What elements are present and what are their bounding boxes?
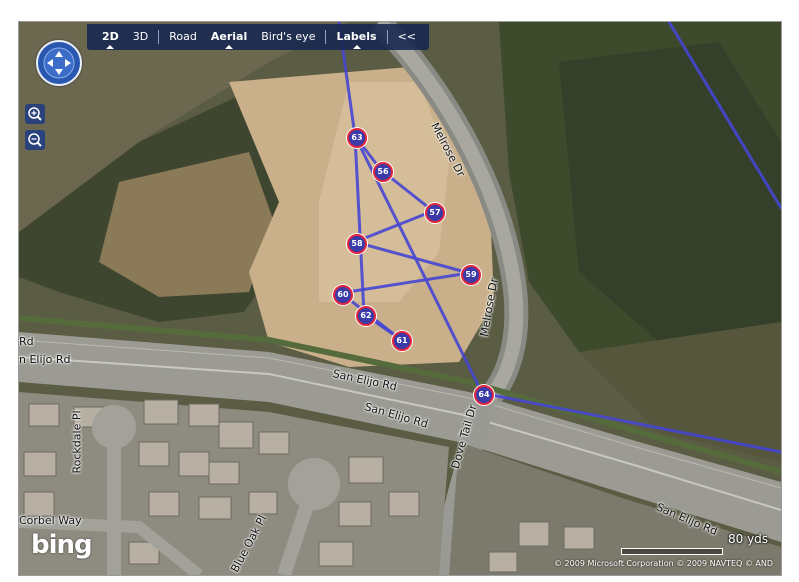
route-marker-60[interactable]: 60 bbox=[333, 285, 353, 305]
route-marker-62[interactable]: 62 bbox=[356, 306, 376, 326]
zoom-out-icon bbox=[28, 133, 42, 147]
street-label-san-elijo-left-edge: Rd bbox=[19, 335, 34, 348]
map-viewport[interactable]: Melrose Dr Melrose Dr Rd n Elijo Rd San … bbox=[18, 21, 782, 576]
pan-control[interactable] bbox=[36, 40, 82, 86]
route-marker-64[interactable]: 64 bbox=[474, 385, 494, 405]
aerial-map[interactable] bbox=[19, 22, 781, 575]
zoom-out-button[interactable] bbox=[25, 130, 45, 150]
toolbar-divider bbox=[386, 30, 388, 44]
toolbar-divider bbox=[325, 30, 327, 44]
route-marker-63[interactable]: 63 bbox=[347, 128, 367, 148]
route-marker-61[interactable]: 61 bbox=[392, 331, 412, 351]
collapse-toolbar-button[interactable]: << bbox=[391, 24, 423, 50]
zoom-in-button[interactable] bbox=[25, 104, 45, 124]
route-marker-58[interactable]: 58 bbox=[347, 234, 367, 254]
route-marker-57[interactable]: 57 bbox=[425, 203, 445, 223]
view-3d-button[interactable]: 3D bbox=[126, 24, 155, 50]
view-2d-button[interactable]: 2D bbox=[95, 24, 126, 50]
street-label-rockdale: Rockdale Pl bbox=[70, 410, 84, 474]
bing-logo: bing bbox=[31, 530, 93, 560]
birds-eye-view-button[interactable]: Bird's eye bbox=[254, 24, 322, 50]
pan-arrows-icon bbox=[43, 47, 75, 79]
toolbar-divider bbox=[158, 30, 160, 44]
copyright-notice: © 2009 Microsoft Corporation © 2009 NAVT… bbox=[554, 559, 773, 568]
street-label-san-elijo-left: n Elijo Rd bbox=[19, 353, 71, 366]
scale-bar bbox=[621, 548, 723, 555]
scale-label: 80 yds bbox=[728, 532, 769, 546]
route-marker-59[interactable]: 59 bbox=[461, 265, 481, 285]
route-marker-56[interactable]: 56 bbox=[373, 162, 393, 182]
zoom-in-icon bbox=[28, 107, 42, 121]
aerial-view-button[interactable]: Aerial bbox=[204, 24, 254, 50]
road-view-button[interactable]: Road bbox=[162, 24, 204, 50]
map-view-toolbar: 2D 3D Road Aerial Bird's eye Labels << bbox=[87, 24, 429, 50]
labels-toggle-button[interactable]: Labels bbox=[329, 24, 383, 50]
street-label-corbel: Corbel Way bbox=[19, 514, 82, 527]
